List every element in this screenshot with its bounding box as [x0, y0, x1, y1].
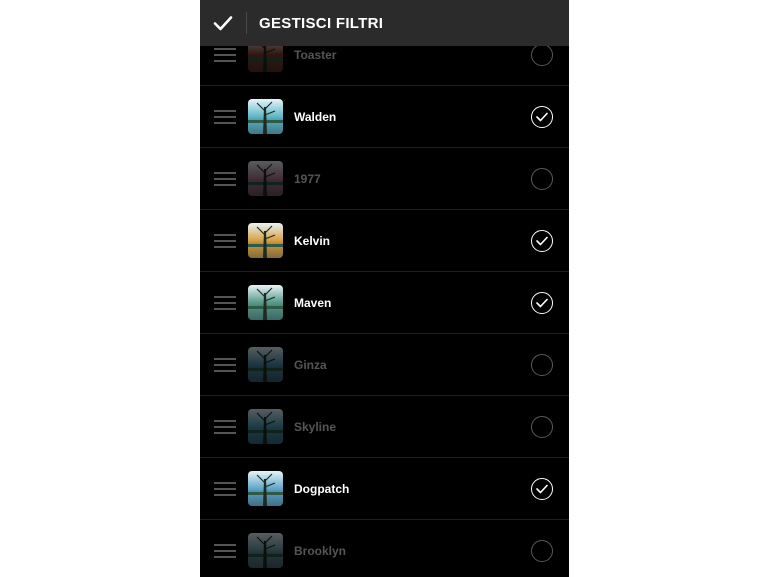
- filter-thumbnail: [248, 471, 283, 506]
- filter-manager-screen: GESTISCI FILTRI Toaster Walden 1977 Kelvin M…: [200, 0, 569, 577]
- filter-thumbnail: [248, 99, 283, 134]
- drag-handle-icon[interactable]: [214, 419, 236, 434]
- drag-handle-icon[interactable]: [214, 233, 236, 248]
- filter-thumbnail: [248, 409, 283, 444]
- drag-handle-icon[interactable]: [214, 295, 236, 310]
- filter-thumbnail: [248, 285, 283, 320]
- checked-circle-icon[interactable]: [531, 477, 553, 500]
- header-divider: [246, 12, 247, 34]
- filter-thumbnail: [248, 161, 283, 196]
- drag-handle-icon[interactable]: [214, 171, 236, 186]
- filter-name: Maven: [294, 295, 332, 310]
- checked-circle-icon[interactable]: [531, 105, 553, 128]
- filter-list: Toaster Walden 1977 Kelvin Maven Ginza Skyline…: [200, 24, 569, 577]
- unchecked-circle-icon[interactable]: [531, 167, 553, 190]
- filter-row[interactable]: 1977: [200, 148, 569, 210]
- filter-name: Kelvin: [294, 233, 331, 248]
- filter-name: Dogpatch: [294, 481, 350, 496]
- filter-row[interactable]: Walden: [200, 86, 569, 148]
- filter-row[interactable]: Ginza: [200, 334, 569, 396]
- check-icon: [213, 16, 233, 31]
- page-title: GESTISCI FILTRI: [259, 14, 384, 32]
- drag-handle-icon[interactable]: [214, 109, 236, 124]
- filter-name: Ginza: [294, 357, 327, 372]
- checked-circle-icon[interactable]: [531, 229, 553, 252]
- drag-handle-icon[interactable]: [214, 543, 236, 558]
- filter-name: Brooklyn: [294, 543, 347, 558]
- checked-circle-icon[interactable]: [531, 291, 553, 314]
- filter-name: 1977: [294, 171, 321, 186]
- filter-name: Toaster: [294, 47, 337, 62]
- filter-thumbnail: [248, 223, 283, 258]
- unchecked-circle-icon[interactable]: [531, 353, 553, 376]
- unchecked-circle-icon[interactable]: [531, 415, 553, 438]
- drag-handle-icon[interactable]: [214, 47, 236, 62]
- filter-name: Walden: [294, 109, 337, 124]
- filter-thumbnail: [248, 533, 283, 568]
- filter-thumbnail: [248, 347, 283, 382]
- unchecked-circle-icon[interactable]: [531, 43, 553, 66]
- filter-name: Skyline: [294, 419, 337, 434]
- drag-handle-icon[interactable]: [214, 481, 236, 496]
- filter-row[interactable]: Skyline: [200, 396, 569, 458]
- top-bar: GESTISCI FILTRI: [200, 0, 569, 46]
- confirm-button[interactable]: [200, 0, 246, 46]
- filter-row[interactable]: Kelvin: [200, 210, 569, 272]
- filter-row[interactable]: Maven: [200, 272, 569, 334]
- drag-handle-icon[interactable]: [214, 357, 236, 372]
- filter-row[interactable]: Dogpatch: [200, 458, 569, 520]
- filter-row[interactable]: Brooklyn: [200, 520, 569, 577]
- unchecked-circle-icon[interactable]: [531, 539, 553, 562]
